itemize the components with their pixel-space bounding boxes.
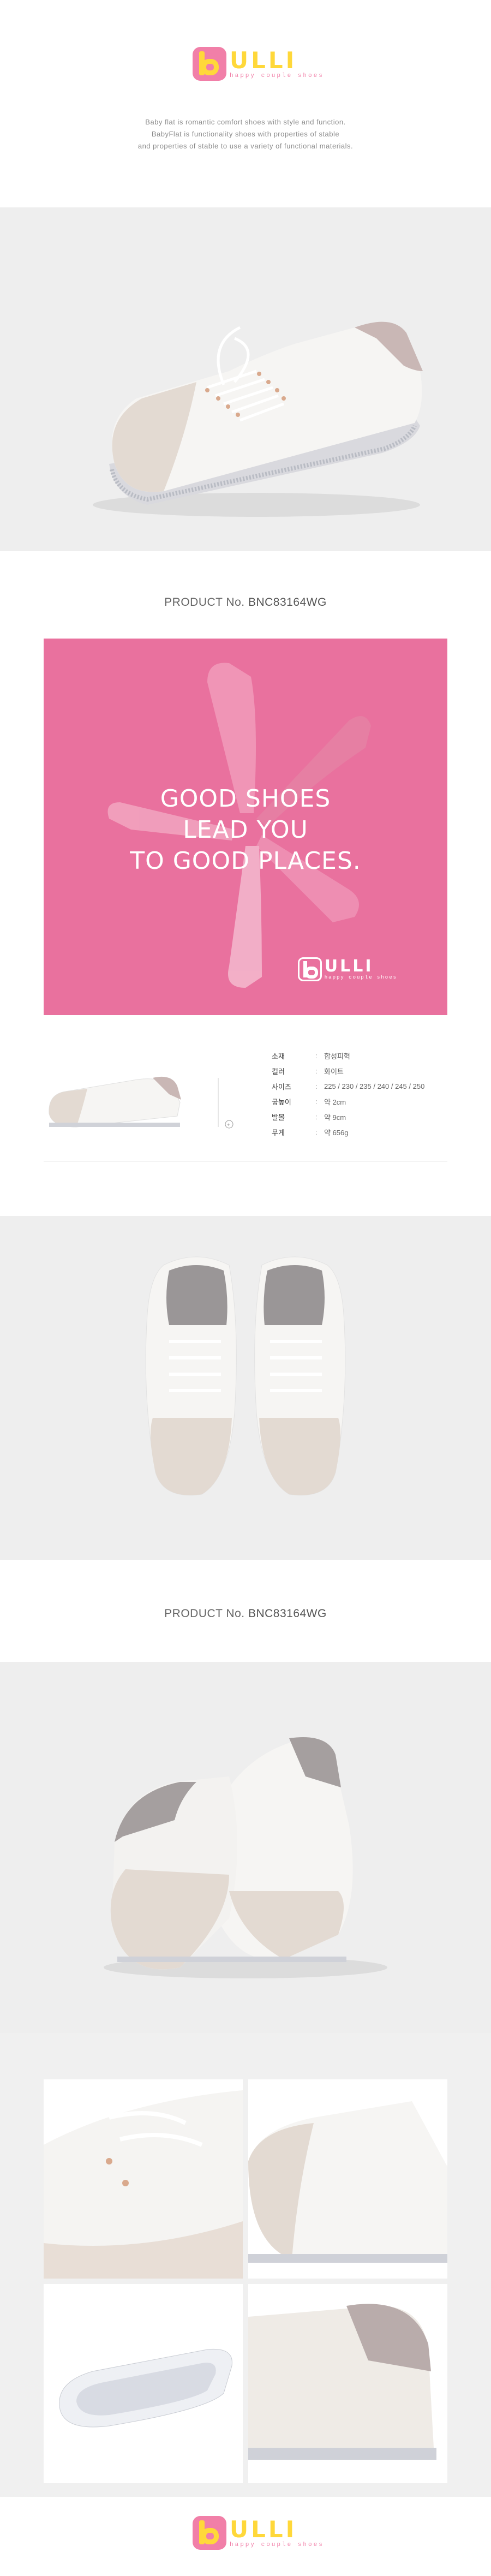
promo-logo: ULLI happy couple shoes	[297, 957, 397, 981]
promo-logo-tagline: happy couple shoes	[324, 975, 397, 980]
spec-row: 발볼 : 약 9cm	[272, 1112, 346, 1122]
sneaker-pair-angle-photo	[104, 1737, 387, 1978]
spec-value: 약 2cm	[324, 1098, 346, 1106]
promo-headline: GOOD SHOES LEAD YOU TO GOOD PLACES.	[44, 783, 447, 876]
spec-value: 합성피혁	[324, 1052, 350, 1060]
brand-logo: ULLI happy couple shoes	[193, 47, 324, 81]
spec-value: 화이트	[324, 1067, 344, 1076]
footer-logo-wordmark: ULLI	[230, 2516, 297, 2543]
spec-key: 컬러	[272, 1067, 285, 1076]
intro-line-1: Baby flat is romantic comfort shoes with…	[145, 118, 346, 126]
detail-photo-sole	[44, 2284, 243, 2483]
spec-table: 소재 : 합성피혁 컬러 : 화이트 사이즈 : 225 / 230 / 235…	[272, 1048, 424, 1140]
pair-angle-band	[0, 1662, 491, 2033]
footer-logo-tagline: happy couple shoes	[230, 2542, 324, 2548]
spec-thumbnail: +	[44, 1062, 240, 1132]
svg-text:+: +	[227, 1122, 230, 1128]
sneaker-side-photo	[93, 321, 423, 517]
product-number-repeat: PRODUCT No. BNC83164WG	[0, 1607, 491, 1620]
promo-logo-b-mark	[297, 957, 322, 981]
footer-logo-b-mark	[193, 2516, 226, 2550]
promo-line-1: GOOD SHOES	[160, 785, 331, 813]
spec-value: 약 9cm	[324, 1113, 346, 1122]
intro-text: Baby flat is romantic comfort shoes with…	[0, 116, 491, 152]
spec-key: 사이즈	[272, 1082, 291, 1091]
spec-value: 약 656g	[324, 1128, 349, 1137]
spec-key: 발볼	[272, 1113, 285, 1122]
logo-tagline: happy couple shoes	[230, 73, 324, 79]
product-number: PRODUCT No. BNC83164WG	[0, 596, 491, 609]
spec-value: 225 / 230 / 235 / 240 / 245 / 250	[324, 1082, 425, 1090]
intro-line-2: BabyFlat is functionality shoes with pro…	[151, 130, 340, 138]
spec-key: 무게	[272, 1128, 285, 1137]
spec-key: 소재	[272, 1052, 285, 1060]
product-number-code: BNC83164WG	[248, 1607, 327, 1620]
spec-row: 무게 : 약 656g	[272, 1128, 349, 1137]
promo-line-2: LEAD YOU	[183, 816, 308, 844]
product-number-label: PRODUCT No.	[164, 596, 245, 609]
detail-photo-toe	[44, 2079, 243, 2279]
hero-photo-band	[0, 207, 491, 551]
promo-banner: GOOD SHOES LEAD YOU TO GOOD PLACES. ULLI…	[44, 639, 447, 1015]
detail-photo-side	[248, 2079, 447, 2279]
logo-b-mark	[193, 47, 226, 81]
spec-row: 사이즈 : 225 / 230 / 235 / 240 / 245 / 250	[272, 1082, 425, 1091]
logo-wordmark: ULLI	[230, 47, 297, 74]
intro-line-3: and properties of stable to use a variet…	[137, 142, 354, 150]
spec-key: 굽높이	[272, 1098, 291, 1106]
spec-row: 컬러 : 화이트	[272, 1066, 344, 1076]
spec-row: 굽높이 : 약 2cm	[272, 1097, 346, 1106]
spec-row: 소재 : 합성피혁	[272, 1051, 350, 1060]
promo-logo-wordmark: ULLI	[324, 957, 374, 976]
product-number-label: PRODUCT No.	[164, 1607, 245, 1620]
footer-logo: ULLI happy couple shoes	[193, 2516, 324, 2550]
detail-photo-heel	[248, 2284, 447, 2483]
promo-line-3: TO GOOD PLACES.	[130, 847, 361, 875]
sneaker-pair-top-photo	[145, 1256, 346, 1496]
top-view-band	[0, 1216, 491, 1560]
product-number-code: BNC83164WG	[248, 596, 327, 609]
